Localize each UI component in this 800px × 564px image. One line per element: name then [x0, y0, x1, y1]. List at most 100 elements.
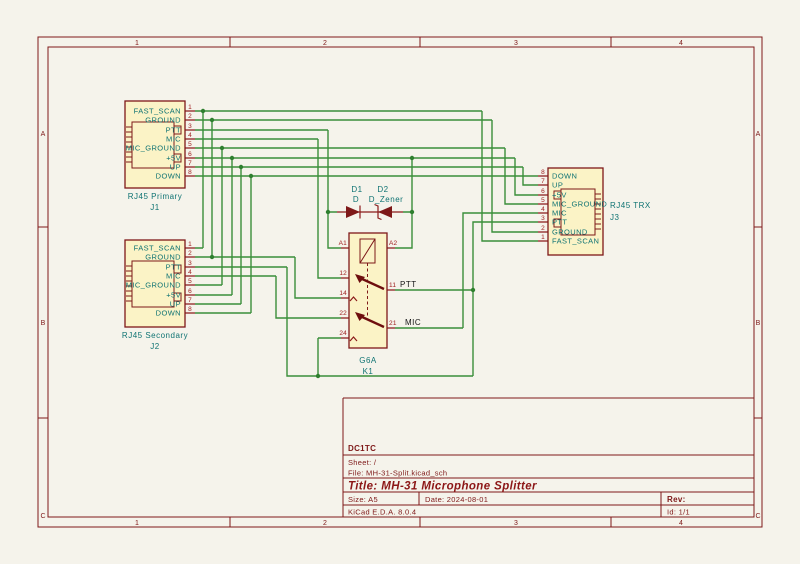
relay-k1: A1 A2 12 14 22 24 11 21 G6A K1	[339, 233, 398, 376]
svg-text:24: 24	[339, 330, 347, 337]
svg-text:GROUND: GROUND	[145, 116, 181, 125]
svg-text:MIC: MIC	[166, 272, 181, 281]
j1-pin-numbers: 1 2 3 4 5 6 7 8	[188, 104, 192, 176]
svg-text:4: 4	[188, 269, 192, 276]
sheet-title: Title: MH-31 Microphone Splitter	[348, 481, 537, 493]
svg-text:GROUND: GROUND	[145, 253, 181, 262]
column-label-top-2: 2	[323, 40, 327, 47]
row-label-right-c: C	[755, 513, 760, 520]
row-label-right-a: A	[756, 131, 761, 138]
tool-version: KiCad E.D.A. 8.0.4	[348, 508, 416, 517]
date-field: Date: 2024-08-01	[425, 495, 488, 504]
column-label-top-3: 3	[514, 40, 518, 47]
svg-text:MIC: MIC	[552, 209, 567, 218]
svg-text:2: 2	[188, 113, 192, 120]
svg-text:A1: A1	[339, 240, 348, 247]
svg-text:MIC_GROUND: MIC_GROUND	[552, 200, 607, 209]
column-label-bottom-1: 1	[135, 520, 139, 527]
svg-text:12: 12	[339, 270, 347, 277]
svg-text:22: 22	[339, 310, 347, 317]
svg-text:2: 2	[188, 250, 192, 257]
svg-text:FAST_SCAN: FAST_SCAN	[134, 107, 181, 116]
j1-reference: J1	[150, 203, 160, 212]
column-label-bottom-3: 3	[514, 520, 518, 527]
svg-text:6: 6	[541, 188, 545, 195]
svg-text:3: 3	[541, 215, 545, 222]
svg-text:1: 1	[188, 241, 192, 248]
row-label-right-b: B	[756, 320, 761, 327]
j2-reference: J2	[150, 342, 160, 351]
svg-text:DOWN: DOWN	[156, 172, 181, 181]
svg-text:8: 8	[541, 169, 545, 176]
id-field: Id: 1/1	[667, 508, 690, 517]
svg-text:7: 7	[188, 160, 192, 167]
svg-text:DOWN: DOWN	[552, 172, 577, 181]
k1-value: G6A	[359, 356, 377, 365]
svg-text:FAST_SCAN: FAST_SCAN	[552, 237, 599, 246]
zener-triangle	[378, 206, 392, 218]
svg-text:MIC: MIC	[166, 135, 181, 144]
svg-text:UP: UP	[170, 163, 181, 172]
svg-text:GROUND: GROUND	[552, 228, 588, 237]
svg-text:8: 8	[188, 169, 192, 176]
column-label-top-4: 4	[679, 40, 683, 47]
j3-pin-numbers: 8 7 6 5 4 3 2 1	[541, 169, 545, 241]
svg-text:5: 5	[188, 141, 192, 148]
column-label-bottom-2: 2	[323, 520, 327, 527]
k1-reference: K1	[363, 367, 374, 376]
d1-value: D	[353, 195, 359, 204]
svg-text:11: 11	[389, 282, 396, 289]
row-label-left-c: C	[40, 513, 45, 520]
schematic-sheet: 1 2 3 4 1 2 3 4 A B C A B C	[0, 0, 800, 564]
net-label-ptt: PTT	[400, 280, 417, 289]
j3-value: RJ45 TRX	[610, 201, 651, 210]
svg-text:6: 6	[188, 151, 192, 158]
svg-text:DOWN: DOWN	[156, 309, 181, 318]
svg-text:7: 7	[188, 297, 192, 304]
svg-text:FAST_SCAN: FAST_SCAN	[134, 244, 181, 253]
j1-value: RJ45 Primary	[128, 192, 182, 201]
svg-text:PTT: PTT	[166, 126, 181, 135]
svg-text:A2: A2	[389, 240, 398, 247]
svg-text:1: 1	[188, 104, 192, 111]
connector-j1: FAST_SCAN GROUND PTT MIC MIC_GROUND +5V …	[125, 101, 192, 212]
title-block-lines	[343, 398, 754, 517]
file-field: File: MH-31-Split.kicad_sch	[348, 469, 447, 478]
company-name: DC1TC	[348, 444, 376, 453]
j2-value: RJ45 Secondary	[122, 331, 188, 340]
svg-text:5: 5	[541, 197, 545, 204]
column-label-bottom-4: 4	[679, 520, 683, 527]
d2-reference: D2	[377, 185, 388, 194]
svg-text:3: 3	[188, 123, 192, 130]
svg-text:UP: UP	[552, 181, 563, 190]
svg-text:+5V: +5V	[552, 191, 567, 200]
connector-j3: DOWN UP +5V MIC_GROUND MIC PTT GROUND FA…	[541, 168, 651, 255]
svg-text:3: 3	[188, 260, 192, 267]
svg-text:21: 21	[389, 320, 397, 327]
svg-text:2: 2	[541, 225, 545, 232]
diode-d2-zener: D2 D_Zener	[369, 185, 404, 220]
svg-text:MIC_GROUND: MIC_GROUND	[126, 144, 181, 153]
size-field: Size: A5	[348, 495, 378, 504]
j3-reference: J3	[610, 213, 620, 222]
svg-text:MIC_GROUND: MIC_GROUND	[126, 281, 181, 290]
svg-text:+5V: +5V	[166, 154, 181, 163]
net-label-mic: MIC	[405, 318, 421, 327]
d2-value: D_Zener	[369, 195, 404, 204]
svg-text:4: 4	[541, 206, 545, 213]
svg-text:4: 4	[188, 132, 192, 139]
sheet-field: Sheet: /	[348, 458, 377, 467]
svg-text:PTT: PTT	[552, 218, 567, 227]
svg-text:PTT: PTT	[166, 263, 181, 272]
svg-text:+5V: +5V	[166, 291, 181, 300]
column-label-top-1: 1	[135, 40, 139, 47]
svg-text:6: 6	[188, 288, 192, 295]
svg-text:1: 1	[541, 234, 545, 241]
svg-text:UP: UP	[170, 300, 181, 309]
svg-text:14: 14	[339, 290, 347, 297]
row-label-left-a: A	[41, 131, 46, 138]
title-block: DC1TC Sheet: / File: MH-31-Split.kicad_s…	[343, 398, 754, 517]
svg-text:8: 8	[188, 306, 192, 313]
connector-j2: FAST_SCAN GROUND PTT MIC MIC_GROUND +5V …	[122, 240, 192, 351]
d1-reference: D1	[351, 185, 362, 194]
